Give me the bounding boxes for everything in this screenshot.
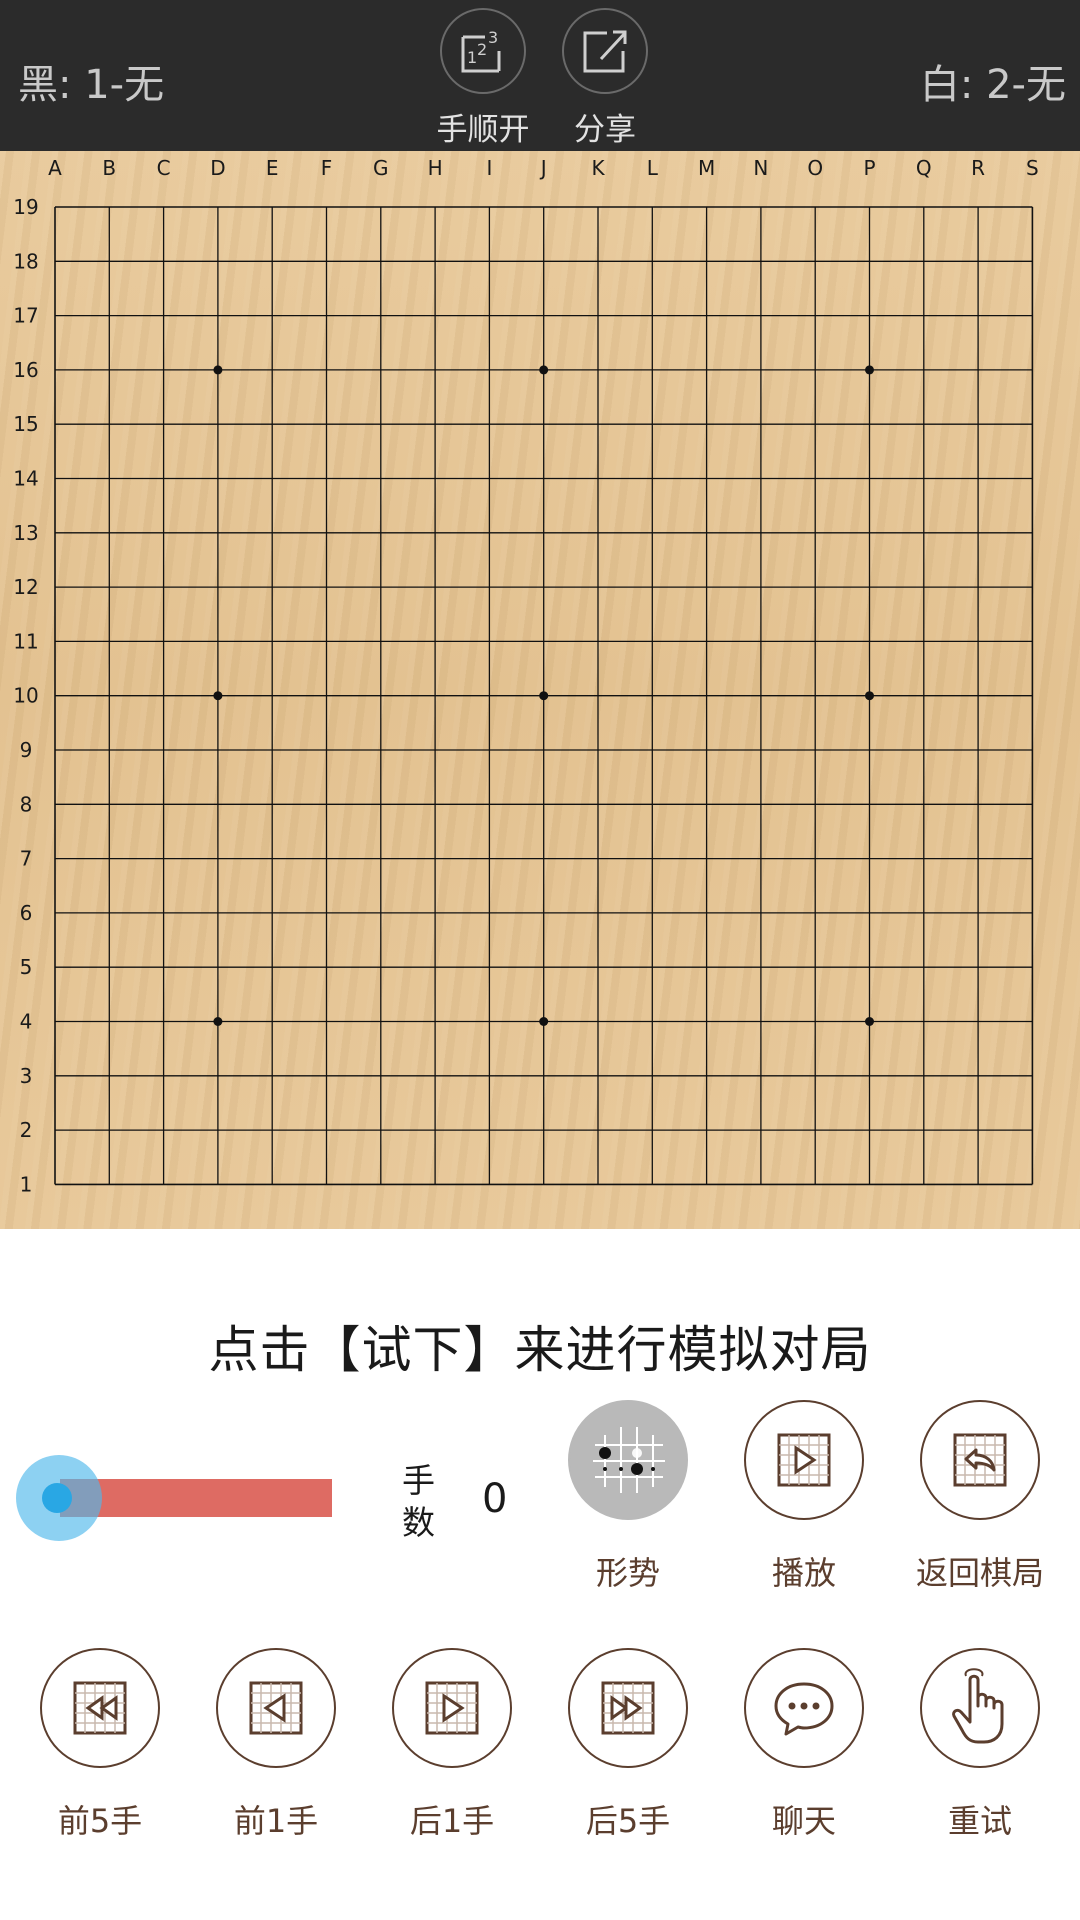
- play-icon: [744, 1400, 864, 1520]
- hint-text: 点击【试下】来进行模拟对局: [208, 1321, 872, 1379]
- situation-button[interactable]: 形势: [553, 1400, 703, 1594]
- column-label: I: [486, 156, 492, 180]
- row-label: 9: [20, 738, 33, 762]
- game-review-screen: 黑: 1-无 1 2 3 手顺开 分享 白: 2-无 A B C D E F G…: [0, 0, 1080, 1920]
- play-button[interactable]: 播放: [729, 1400, 879, 1594]
- column-label: J: [539, 156, 547, 180]
- column-label: L: [647, 156, 659, 180]
- row-label: 7: [20, 847, 33, 871]
- slider-thumb-core: [42, 1483, 72, 1513]
- column-label: B: [102, 156, 116, 180]
- column-label: M: [698, 156, 715, 180]
- back-5-label: 前5手: [57, 1802, 143, 1840]
- row-label: 5: [20, 955, 33, 979]
- star-point: [865, 691, 874, 701]
- retry-icon: [920, 1648, 1040, 1768]
- row-label: 6: [20, 901, 33, 925]
- column-label: O: [807, 156, 823, 180]
- play-label: 播放: [771, 1554, 836, 1592]
- star-point: [865, 365, 874, 375]
- star-point: [539, 365, 549, 375]
- row-label: 10: [13, 684, 38, 708]
- row-label: 18: [13, 249, 38, 273]
- board-grid[interactable]: A B C D E F G H I J K L M N O P Q R S191817161514131211109…: [0, 151, 1080, 1229]
- column-label: N: [753, 156, 768, 180]
- row-label: 15: [13, 412, 38, 436]
- back-1-label: 前1手: [233, 1802, 319, 1840]
- forward-5-button[interactable]: 后5手: [553, 1648, 703, 1842]
- row-label: 19: [13, 195, 38, 219]
- row-label: 17: [13, 304, 38, 328]
- slider-thumb[interactable]: [16, 1455, 102, 1541]
- column-label: R: [971, 156, 985, 180]
- black-player-score: 黑: 1-无: [18, 62, 165, 108]
- row-label: 13: [13, 521, 38, 545]
- move-order-label: 手顺开: [436, 112, 530, 148]
- forward-5-icon: [568, 1648, 688, 1768]
- row-label: 12: [13, 575, 38, 599]
- situation-icon: [568, 1400, 688, 1520]
- retry-label: 重试: [947, 1802, 1012, 1840]
- retry-button[interactable]: 重试: [905, 1648, 1055, 1842]
- move-order-button[interactable]: 1 2 3 手顺开: [428, 8, 538, 149]
- back-5-button[interactable]: 前5手: [25, 1648, 175, 1842]
- column-label: H: [428, 156, 443, 180]
- move-count-label: 手数: [402, 1461, 435, 1542]
- star-point: [539, 1017, 549, 1026]
- back-1-icon: [216, 1648, 336, 1768]
- chat-label: 聊天: [771, 1802, 836, 1840]
- column-label: K: [591, 156, 605, 180]
- back-5-icon: [40, 1648, 160, 1768]
- row-label: 4: [20, 1010, 33, 1034]
- return-label: 返回棋局: [915, 1554, 1044, 1592]
- row-label: 16: [13, 358, 38, 382]
- white-player-score: 白: 2-无: [919, 62, 1066, 108]
- share-icon: [562, 8, 648, 94]
- back-1-button[interactable]: 前1手: [201, 1648, 351, 1842]
- move-count-value: 0: [482, 1476, 508, 1522]
- column-label: F: [321, 156, 333, 180]
- column-label: E: [266, 156, 279, 180]
- star-point: [213, 365, 223, 375]
- forward-1-button[interactable]: 后1手: [377, 1648, 527, 1842]
- column-label: C: [157, 156, 171, 180]
- move-order-icon: 1 2 3: [440, 8, 526, 94]
- svg-text:1: 1: [467, 48, 477, 67]
- star-point: [213, 691, 223, 701]
- column-label: A: [48, 156, 62, 180]
- share-label: 分享: [574, 112, 636, 148]
- share-button[interactable]: 分享: [550, 8, 660, 149]
- star-point: [865, 1017, 874, 1026]
- column-label: P: [863, 156, 875, 180]
- chat-button[interactable]: 聊天: [729, 1648, 879, 1842]
- row-label: 2: [20, 1118, 33, 1142]
- row-label: 3: [20, 1064, 33, 1088]
- move-slider[interactable]: [16, 1455, 332, 1541]
- row-label: 11: [13, 629, 38, 653]
- row-label: 14: [13, 467, 38, 491]
- row-label: 8: [20, 792, 33, 816]
- column-label: D: [210, 156, 225, 180]
- forward-5-label: 后5手: [585, 1802, 671, 1840]
- situation-label: 形势: [595, 1554, 660, 1592]
- svg-text:3: 3: [488, 28, 498, 47]
- svg-text:2: 2: [477, 40, 487, 59]
- column-label: G: [373, 156, 389, 180]
- return-to-game-button[interactable]: 返回棋局: [905, 1400, 1055, 1594]
- chat-icon: [744, 1648, 864, 1768]
- go-board[interactable]: A B C D E F G H I J K L M N O P Q R S 19 18 17 16 15 14 13 12 11 10 9…: [0, 151, 1080, 1229]
- star-point: [539, 691, 549, 701]
- row-label: 1: [20, 1172, 33, 1196]
- top-bar: 黑: 1-无 1 2 3 手顺开 分享 白: 2-无: [0, 0, 1080, 151]
- star-point: [213, 1017, 223, 1026]
- forward-1-label: 后1手: [409, 1802, 495, 1840]
- column-label: Q: [916, 156, 932, 180]
- column-label: S: [1026, 156, 1039, 180]
- return-icon: [920, 1400, 1040, 1520]
- forward-1-icon: [392, 1648, 512, 1768]
